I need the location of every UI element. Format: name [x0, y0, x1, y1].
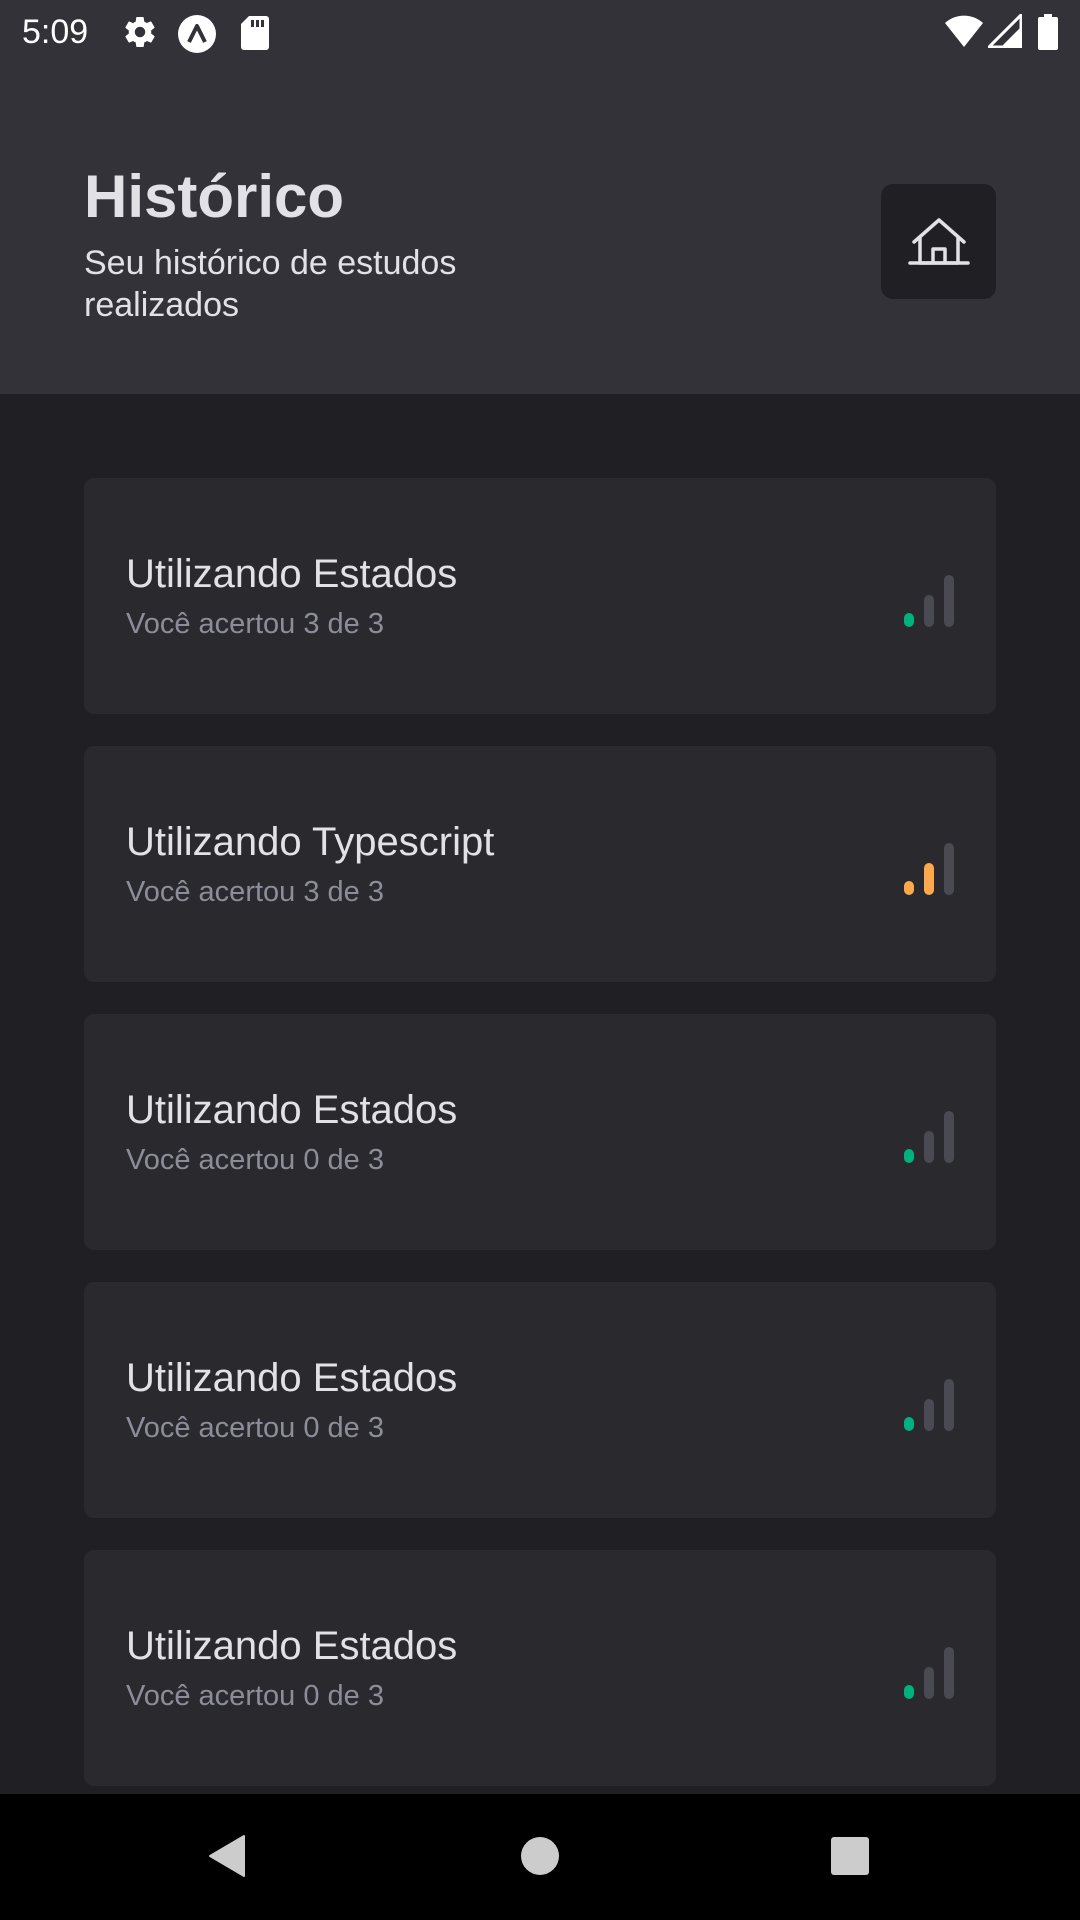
screen: 5:09 Histórico Seu histórico de estudos …: [0, 0, 1080, 1920]
level-bars-icon: [902, 839, 958, 895]
level-bar: [904, 1685, 914, 1699]
sd-card-icon: [240, 14, 270, 55]
back-triangle-icon: [198, 1835, 262, 1891]
level-bars-icon: [902, 1107, 958, 1163]
level-bar: [924, 1399, 934, 1431]
gear-icon: [122, 14, 158, 55]
status-time: 5:09: [22, 13, 89, 51]
history-card-title: Utilizando Estados: [126, 1356, 458, 1400]
status-bar: 5:09: [0, 0, 1080, 64]
vpn-app-icon: [177, 14, 217, 59]
level-bar: [904, 1417, 914, 1431]
level-bar: [944, 1379, 954, 1431]
level-bar: [944, 843, 954, 895]
recents-square-icon: [818, 1837, 882, 1891]
history-card[interactable]: Utilizando Estados Você acertou 0 de 3: [84, 1550, 996, 1786]
level-bar: [944, 1647, 954, 1699]
navigation-bar: [0, 1794, 1080, 1920]
history-card-title: Utilizando Typescript: [126, 820, 495, 864]
history-card-title: Utilizando Estados: [126, 552, 458, 596]
history-card[interactable]: Utilizando Estados Você acertou 0 de 3: [84, 1014, 996, 1250]
history-card-result: Você acertou 3 de 3: [126, 876, 384, 908]
home-nav-button[interactable]: [508, 1824, 572, 1888]
home-button[interactable]: [881, 184, 996, 299]
history-list: Utilizando Estados Você acertou 3 de 3 Uti…: [84, 478, 996, 1818]
level-bar: [924, 1131, 934, 1163]
level-bars-icon: [902, 1643, 958, 1699]
level-bars-icon: [902, 571, 958, 627]
battery-icon: [1037, 14, 1059, 55]
history-card-result: Você acertou 0 de 3: [126, 1144, 384, 1176]
page-subtitle: Seu histórico de estudos realizados: [84, 244, 457, 324]
history-card-result: Você acertou 3 de 3: [126, 608, 384, 640]
history-card-title: Utilizando Estados: [126, 1624, 458, 1668]
level-bar: [924, 1667, 934, 1699]
history-card[interactable]: Utilizando Estados Você acertou 3 de 3: [84, 478, 996, 714]
level-bar: [924, 595, 934, 627]
level-bar: [944, 1111, 954, 1163]
home-circle-icon: [508, 1837, 572, 1891]
level-bar: [944, 575, 954, 627]
level-bar: [904, 881, 914, 895]
page-title: Histórico: [84, 163, 345, 230]
history-card-result: Você acertou 0 de 3: [126, 1680, 384, 1712]
level-bar: [904, 1149, 914, 1163]
history-card-result: Você acertou 0 de 3: [126, 1412, 384, 1444]
recents-button[interactable]: [818, 1824, 882, 1888]
history-card-title: Utilizando Estados: [126, 1088, 458, 1132]
level-bars-icon: [902, 1375, 958, 1431]
header: Histórico Seu histórico de estudos reali…: [0, 64, 1080, 394]
back-button[interactable]: [198, 1824, 262, 1888]
house-icon: [904, 207, 974, 277]
signal-icon: [987, 13, 1023, 53]
level-bar: [904, 613, 914, 627]
wifi-icon: [944, 14, 984, 53]
history-card[interactable]: Utilizando Typescript Você acertou 3 de 3: [84, 746, 996, 982]
level-bar: [924, 863, 934, 895]
history-card[interactable]: Utilizando Estados Você acertou 0 de 3: [84, 1282, 996, 1518]
